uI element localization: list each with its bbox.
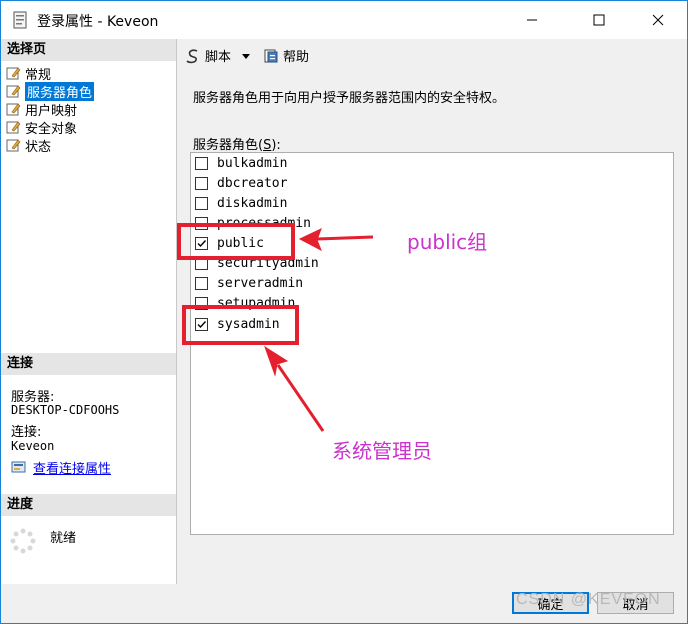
sysadmin-annotation: 系统管理员 — [332, 439, 432, 463]
annotation-arrows — [264, 228, 374, 432]
watermark: CSDN @KEVEON — [516, 591, 661, 608]
login-properties-window: 登录属性 - Keveon 选择页 常规 服务器角色 用户映射 安全对象 状态 … — [0, 0, 688, 624]
public-annotation: public组 — [407, 230, 488, 254]
